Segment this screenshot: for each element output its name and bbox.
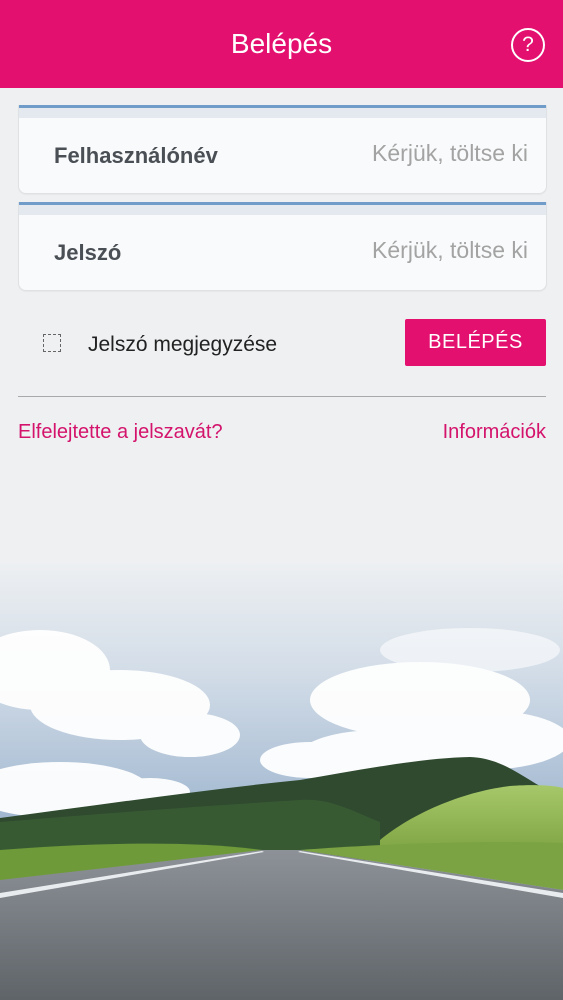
remember-checkbox[interactable] [43, 334, 61, 352]
question-circle-icon[interactable]: ? [511, 28, 545, 62]
password-input[interactable] [286, 232, 530, 268]
login-button[interactable]: BELÉPÉS [405, 319, 546, 366]
road-landscape-image [0, 560, 563, 1000]
field-top-band [19, 205, 546, 215]
remember-label[interactable]: Jelszó megjegyzése [88, 333, 277, 357]
username-label: Felhasználónév [54, 143, 218, 168]
field-top-band [19, 108, 546, 118]
username-input[interactable] [286, 135, 530, 171]
info-link[interactable]: Információk [443, 421, 546, 444]
password-label: Jelszó [54, 240, 122, 265]
username-field[interactable]: Felhasználónév [18, 105, 547, 194]
divider [18, 396, 546, 397]
app-header: Belépés ? [0, 0, 563, 88]
forgot-password-link[interactable]: Elfelejtette a jelszavát? [18, 421, 223, 444]
password-field[interactable]: Jelszó [18, 202, 547, 291]
page-title: Belépés [230, 28, 333, 59]
